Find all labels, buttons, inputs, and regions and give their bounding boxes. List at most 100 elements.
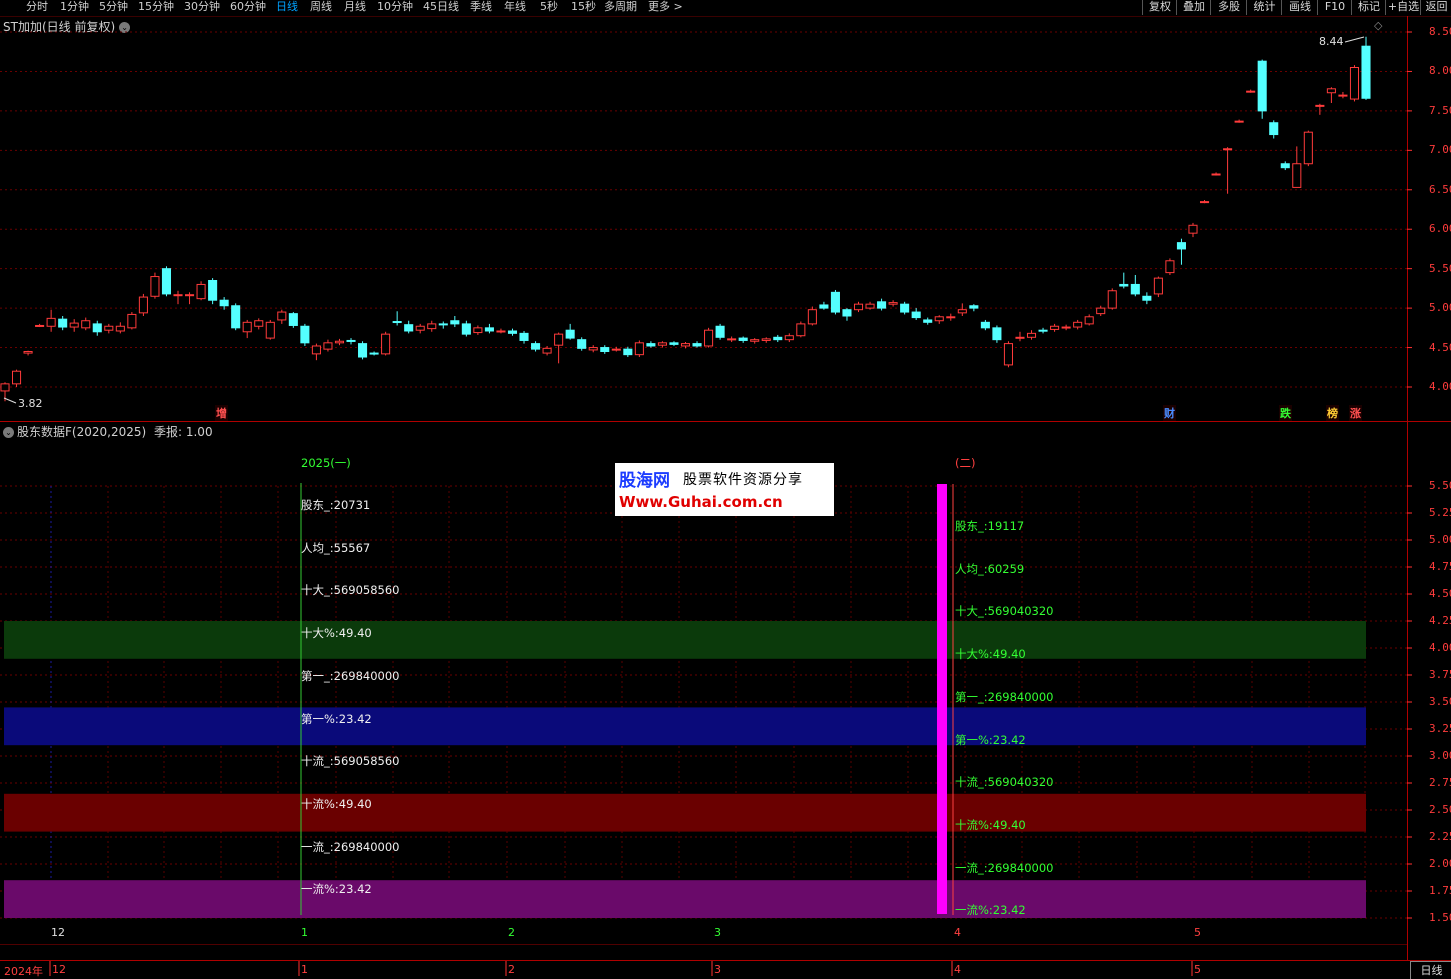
watermark-logo: 股海网 股票软件资源分享 Www.Guhai.com.cn	[615, 463, 834, 516]
candle-body	[1176, 242, 1186, 250]
candle-body	[1223, 148, 1233, 151]
candle-body	[1050, 325, 1060, 330]
candle-body	[311, 345, 321, 355]
candle-body	[554, 333, 564, 346]
candle-body	[1073, 321, 1083, 328]
candle-body	[1026, 332, 1037, 338]
candle-body	[1107, 290, 1117, 309]
candle-body	[381, 333, 391, 355]
candle-body	[1015, 336, 1025, 339]
candle-body	[1315, 104, 1325, 107]
candle-body	[92, 323, 102, 333]
candle-body	[669, 342, 679, 345]
candle-body	[231, 305, 241, 329]
candle-body	[185, 294, 195, 297]
indicator-band	[4, 621, 1366, 659]
candle-body	[692, 343, 702, 347]
candle-body	[1361, 45, 1371, 99]
period-corner-label[interactable]: 日线	[1410, 961, 1451, 979]
candle-body	[346, 339, 356, 342]
candle-body	[161, 268, 172, 295]
candle-body	[1061, 326, 1071, 329]
candle-body	[784, 335, 794, 341]
candle-body	[923, 319, 933, 323]
candle-body	[611, 348, 621, 351]
candle-body	[58, 318, 68, 328]
candle-body	[438, 323, 448, 326]
candle-body	[196, 283, 206, 300]
candle-body	[1234, 120, 1244, 123]
candle-body	[1280, 163, 1290, 169]
candle-body	[1199, 201, 1210, 204]
candle-body	[288, 313, 298, 326]
candle-body	[957, 309, 967, 314]
candle-body	[761, 338, 771, 341]
candle-body	[208, 280, 218, 301]
candle-body	[1130, 283, 1140, 295]
candle-body	[1326, 88, 1336, 94]
candle-body	[404, 324, 414, 332]
candle-body	[392, 321, 402, 324]
candle-body	[254, 320, 264, 327]
candle-body	[888, 302, 898, 305]
candle-body	[427, 323, 437, 330]
candle-body	[600, 347, 610, 352]
candle-body	[1096, 307, 1106, 315]
candle-body	[104, 325, 114, 331]
candle-body	[588, 347, 598, 351]
candle-body	[1257, 60, 1267, 112]
candle-body	[219, 299, 229, 307]
candle-body	[934, 316, 944, 322]
candle-body	[646, 343, 656, 347]
candle-body	[358, 343, 368, 358]
candle-body	[415, 325, 425, 331]
candle-body	[1188, 224, 1198, 234]
candle-body	[680, 343, 691, 347]
candle-body	[450, 320, 460, 325]
high-arrow	[1344, 36, 1365, 43]
candle-body	[138, 296, 148, 314]
indicator-band	[4, 880, 1366, 918]
watermark-url: Www.Guhai.com.cn	[619, 493, 783, 511]
candle-body	[496, 330, 506, 333]
candle-body	[623, 348, 633, 356]
season2-magenta-bar	[937, 484, 947, 914]
watermark-slogan: 股票软件资源分享	[683, 472, 803, 488]
candle-body	[0, 383, 10, 392]
candle-body	[634, 342, 644, 356]
candle-body	[23, 351, 33, 354]
candle-body	[1292, 163, 1302, 188]
candle-body	[81, 320, 91, 329]
candle-body	[980, 321, 990, 329]
candle-body	[1349, 67, 1360, 100]
candle-body	[1084, 316, 1094, 325]
indicator-band	[4, 793, 1366, 832]
candle-body	[11, 370, 22, 385]
candle-body	[115, 325, 125, 332]
candle-body	[807, 309, 817, 325]
candle-body	[334, 340, 345, 344]
candle-body	[542, 347, 552, 354]
candle-body	[657, 342, 667, 346]
candle-body	[1269, 122, 1279, 136]
candle-body	[69, 322, 79, 328]
candle-body	[265, 321, 275, 339]
candle-body	[531, 343, 541, 350]
candle-body	[127, 313, 137, 329]
candle-body	[853, 303, 864, 311]
candle-body	[242, 321, 252, 333]
candle-body	[484, 327, 494, 332]
candle-body	[1119, 283, 1129, 287]
candle-body	[461, 323, 471, 335]
candle-body	[1142, 295, 1152, 301]
candle-body	[727, 338, 737, 341]
watermark-brand: 股海网	[619, 471, 670, 491]
candle-body	[969, 305, 979, 309]
candle-body	[577, 339, 587, 349]
indicator-band	[4, 707, 1366, 746]
candle-body	[715, 325, 725, 338]
candle-body	[507, 330, 518, 334]
candle-body	[704, 329, 714, 347]
candle-body	[35, 324, 45, 327]
low-arrow	[3, 397, 17, 404]
